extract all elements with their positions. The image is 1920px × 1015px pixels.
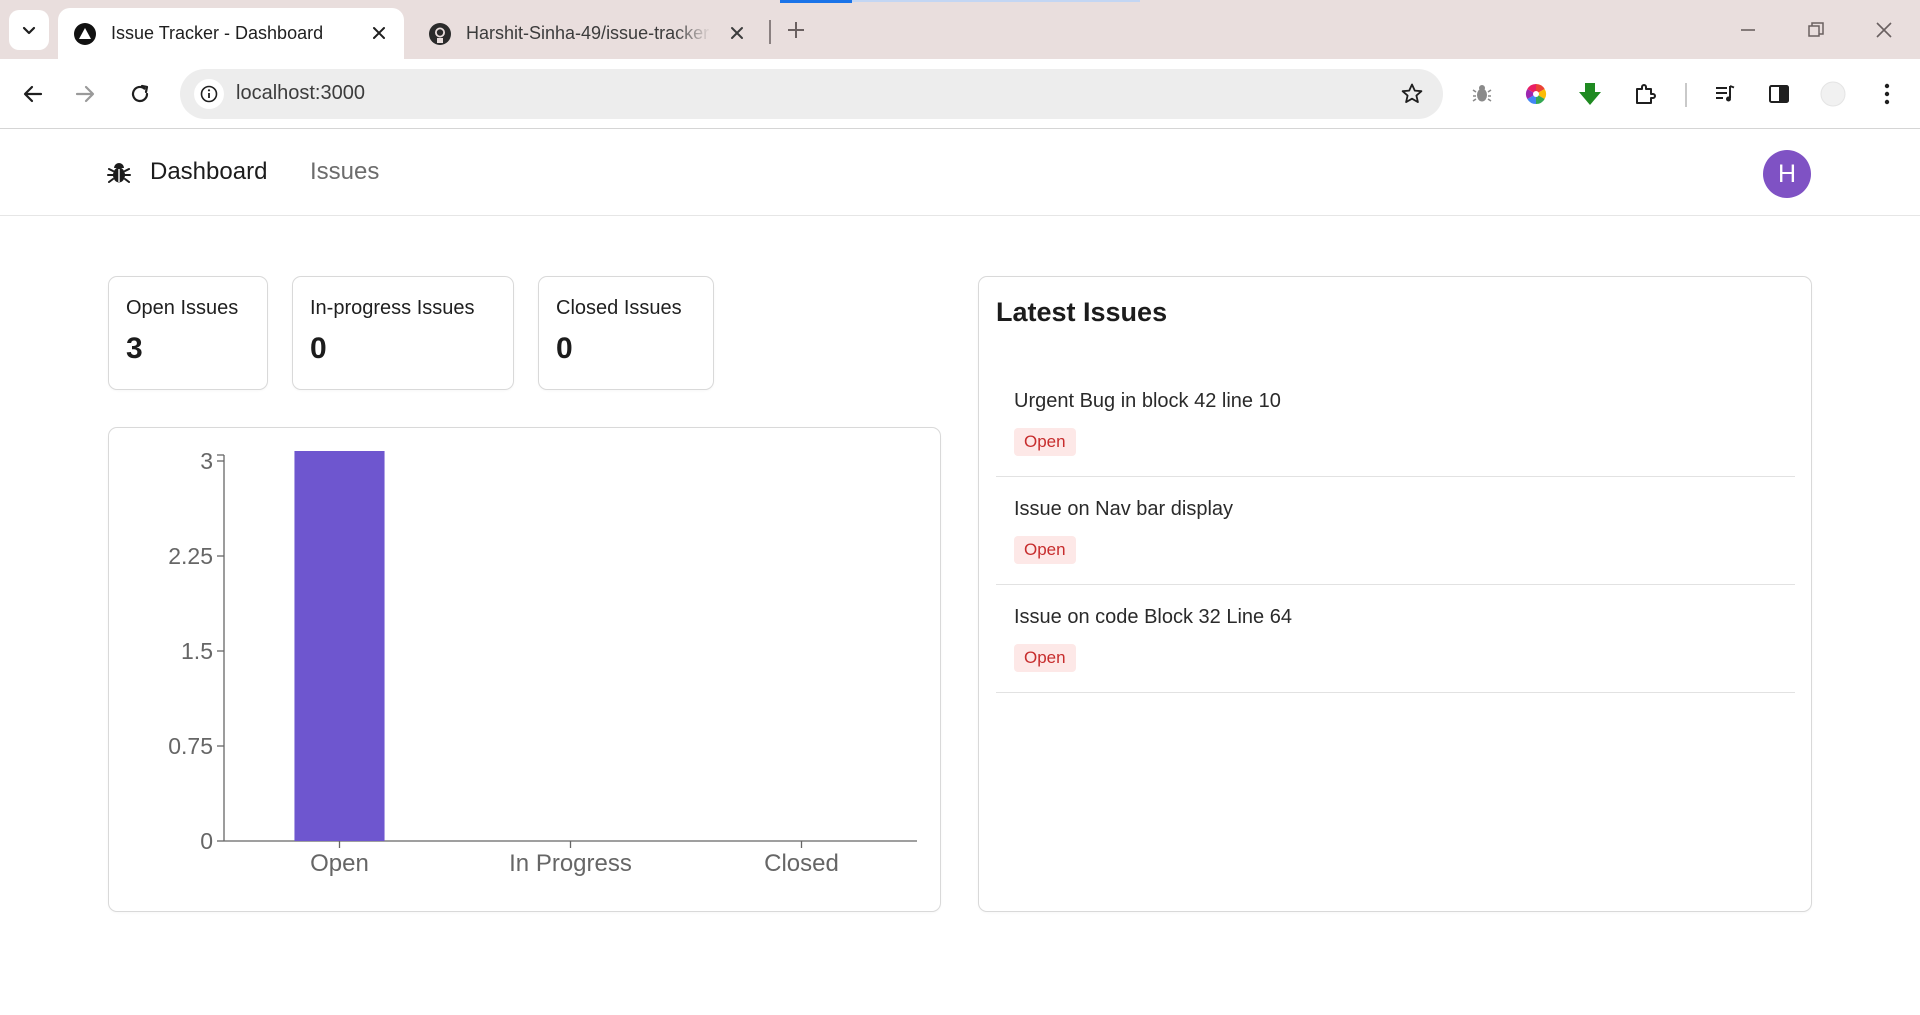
- status-badge: Open: [1014, 428, 1076, 456]
- nav-dashboard-link[interactable]: Dashboard: [150, 158, 267, 186]
- extensions-button[interactable]: [1626, 75, 1664, 113]
- stat-value: 3: [126, 332, 143, 365]
- bookmark-star-icon[interactable]: [1397, 79, 1427, 109]
- minimize-button[interactable]: [1732, 14, 1764, 46]
- status-badge: Open: [1014, 536, 1076, 564]
- issue-title-link[interactable]: Urgent Bug in block 42 line 10: [1014, 390, 1281, 413]
- media-controls-button[interactable]: [1706, 75, 1744, 113]
- site-info-icon[interactable]: [194, 79, 224, 109]
- triangle-logo-icon: [74, 22, 96, 45]
- download-extension-button[interactable]: [1571, 75, 1609, 113]
- address-bar[interactable]: localhost:3000: [180, 69, 1443, 119]
- restore-button[interactable]: [1800, 14, 1832, 46]
- color-extension-button[interactable]: [1517, 75, 1555, 113]
- y-tick-label: 3: [200, 448, 213, 474]
- nav-issues-link[interactable]: Issues: [310, 158, 379, 186]
- chevron-down-icon: [22, 26, 36, 35]
- bar-open: [294, 451, 385, 841]
- new-tab-button[interactable]: [780, 14, 812, 46]
- bug-icon: [1472, 85, 1492, 102]
- stat-card-in-progress[interactable]: In-progress Issues 0: [292, 276, 514, 390]
- plus-icon: [788, 22, 804, 38]
- issue-title-link[interactable]: Issue on code Block 32 Line 64: [1014, 606, 1292, 629]
- y-tick-label: 0: [200, 828, 213, 854]
- latest-issues-card: Latest Issues Urgent Bug in block 42 lin…: [978, 276, 1812, 912]
- y-tick-label: 2.25: [168, 543, 213, 569]
- arrow-right-icon: [75, 85, 95, 103]
- stat-card-closed[interactable]: Closed Issues 0: [538, 276, 714, 390]
- latest-issues-title: Latest Issues: [996, 297, 1168, 327]
- close-icon: [1876, 22, 1892, 38]
- close-tab-icon[interactable]: [368, 22, 390, 44]
- y-tick-label: 0.75: [168, 733, 213, 759]
- bug-extension-button[interactable]: [1463, 75, 1501, 113]
- restore-icon: [1808, 22, 1824, 37]
- bug-logo-icon[interactable]: [106, 160, 132, 186]
- browser-toolbar: localhost:3000: [0, 59, 1920, 129]
- tab-issue-tracker[interactable]: Issue Tracker - Dashboard: [58, 8, 404, 59]
- browser-menu-button[interactable]: [1868, 75, 1906, 113]
- back-button[interactable]: [14, 75, 52, 113]
- stat-label: Closed Issues: [556, 297, 682, 319]
- close-window-button[interactable]: [1868, 14, 1900, 46]
- tab-separator: [769, 20, 771, 44]
- stat-card-open[interactable]: Open Issues 3: [108, 276, 268, 390]
- profile-avatar-icon: [1820, 81, 1846, 107]
- forward-button[interactable]: [66, 75, 104, 113]
- profile-button[interactable]: [1814, 75, 1852, 113]
- arrow-left-icon: [23, 85, 43, 103]
- download-arrow-icon: [1579, 83, 1601, 105]
- tab-title: Issue Tracker - Dashboard: [111, 23, 324, 43]
- y-tick-label: 1.5: [181, 638, 213, 664]
- status-badge: Open: [1014, 644, 1076, 672]
- issue-list-item[interactable]: Urgent Bug in block 42 line 10 Open: [996, 369, 1795, 477]
- stat-label: In-progress Issues: [310, 297, 475, 319]
- stat-value: 0: [310, 332, 327, 365]
- user-avatar[interactable]: H: [1763, 150, 1811, 198]
- stat-label: Open Issues: [126, 297, 239, 319]
- stat-value: 0: [556, 332, 573, 365]
- close-tab-icon[interactable]: [726, 22, 748, 44]
- app-navbar: Dashboard Issues H: [0, 130, 1920, 216]
- tab-title: Harshit-Sinha-49/issue-tracker:: [466, 23, 711, 43]
- toolbar-divider: [1685, 83, 1687, 107]
- issue-list-item[interactable]: Issue on Nav bar display Open: [996, 477, 1795, 585]
- x-tick-label: Closed: [764, 850, 839, 877]
- reload-button[interactable]: [121, 75, 159, 113]
- color-wheel-icon: [1525, 83, 1547, 105]
- issue-title-link[interactable]: Issue on Nav bar display: [1014, 498, 1233, 521]
- x-tick-label: Open: [310, 850, 369, 877]
- side-panel-icon: [1769, 85, 1789, 103]
- issue-list-item[interactable]: Issue on code Block 32 Line 64 Open: [996, 585, 1795, 693]
- playlist-icon: [1716, 85, 1735, 102]
- puzzle-icon: [1636, 84, 1656, 104]
- tab-search-button[interactable]: [9, 10, 49, 50]
- tab-github[interactable]: Harshit-Sinha-49/issue-tracker:: [410, 8, 762, 59]
- loading-indicator-track: [852, 0, 1140, 2]
- github-icon: [429, 22, 451, 45]
- x-tick-label: In Progress: [509, 850, 632, 877]
- issues-chart-card: 0 0.75 1.5 2.25 3 Open In Progress Closed: [108, 427, 941, 912]
- issues-bar-chart: 0 0.75 1.5 2.25 3 Open In Progress Closed: [168, 448, 917, 877]
- reload-icon: [131, 84, 149, 103]
- more-vertical-icon: [1884, 83, 1890, 105]
- minimize-icon: [1741, 29, 1755, 31]
- browser-tab-strip: Issue Tracker - Dashboard Harshit-Sinha-…: [0, 0, 1920, 59]
- side-panel-button[interactable]: [1760, 75, 1798, 113]
- loading-indicator: [780, 0, 852, 3]
- address-url[interactable]: localhost:3000: [236, 82, 365, 105]
